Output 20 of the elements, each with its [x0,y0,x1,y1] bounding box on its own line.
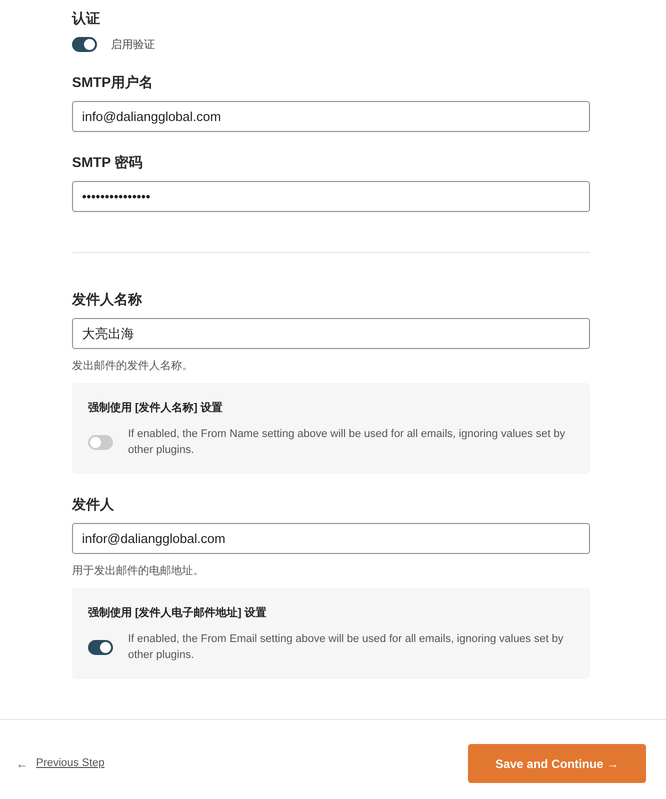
input-field[interactable]: info@daliangglobal.com [72,101,590,132]
help-text: 发出邮件的发件人名称。 [72,359,194,373]
toggle-switch[interactable] [88,434,113,450]
toggle-label: 启用验证 [111,38,155,52]
field-label: SMTP 密码 [72,154,144,172]
toggle-switch[interactable] [88,640,113,654]
input-field[interactable]: ••••••••••••••• [72,181,590,212]
field-label: 发件人名称 [72,291,143,309]
input-field[interactable]: 大亮出海 [72,318,590,349]
help-text: 用于发出邮件的电邮地址。 [72,564,205,578]
option-title: 强制使用 [发件人名称] 设置 [88,400,224,415]
option-title: 强制使用 [发件人电子邮件地址] 设置 [88,606,268,620]
field-label: SMTP用户名 [72,74,154,92]
input-field[interactable]: infor@daliangglobal.com [72,523,590,554]
field-label: 认证 [72,10,101,28]
option-description: If enabled, the From Email setting above will be used for all emails, ignoring values set by other plugins. [128,632,564,663]
previous-step-link[interactable]: ← Previous Step [16,756,104,770]
option-description: If enabled, the From Name setting above will be used for all emails, ignoring values set by other plugins. [128,427,566,458]
field-label: 发件人 [72,496,115,514]
toggle-switch[interactable] [72,37,97,52]
